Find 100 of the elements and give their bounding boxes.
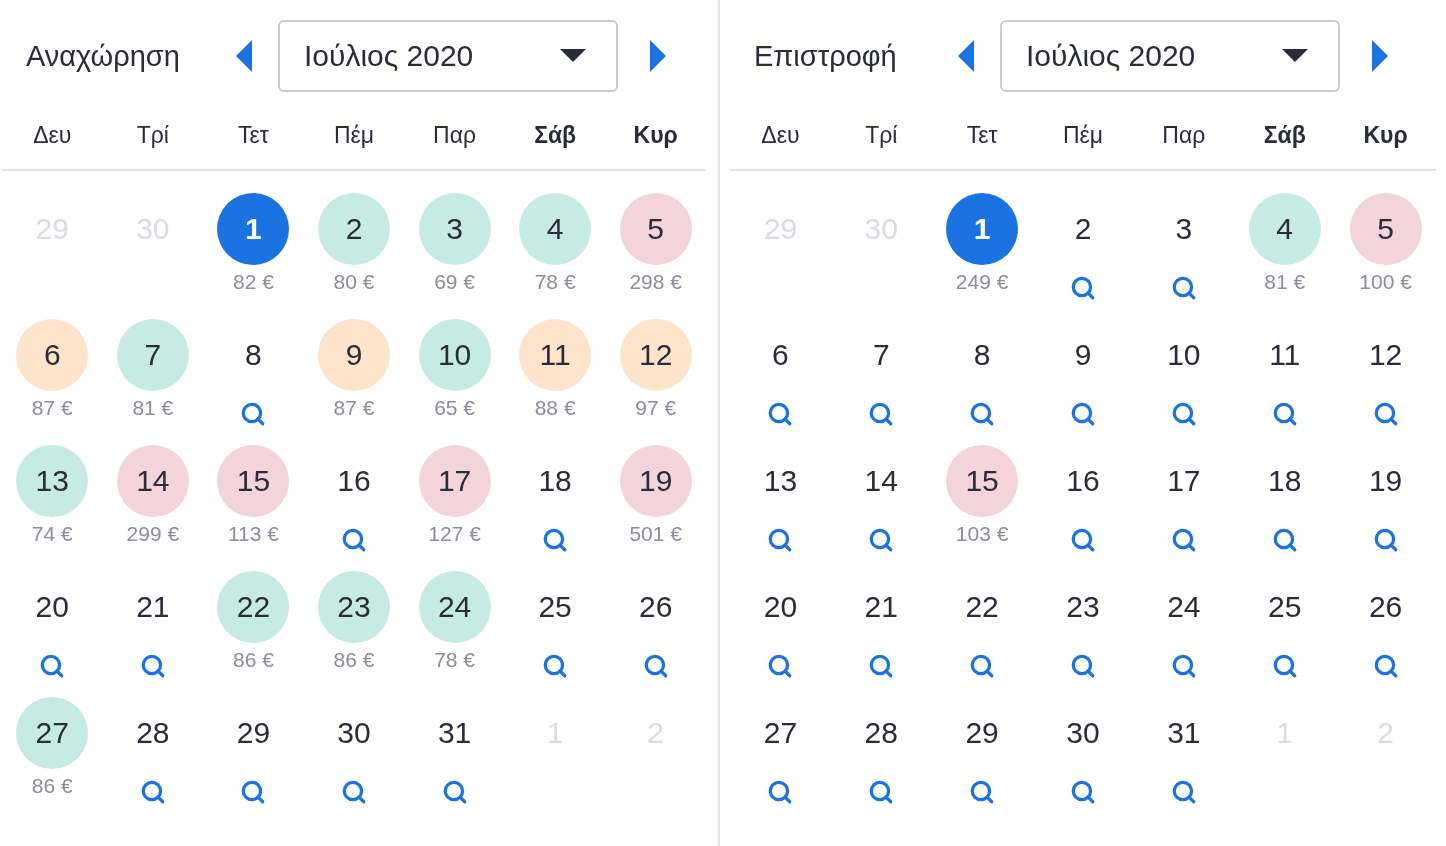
day-button[interactable]: 7	[116, 319, 189, 391]
day-button[interactable]: 14	[116, 445, 189, 517]
search-icon[interactable]	[1372, 527, 1399, 553]
day-button[interactable]: 29	[217, 697, 290, 769]
day-button[interactable]: 4	[1248, 193, 1321, 265]
search-icon[interactable]	[642, 653, 669, 679]
search-icon[interactable]	[139, 779, 166, 805]
day-button[interactable]: 6	[16, 319, 89, 391]
day-button[interactable]: 12	[619, 319, 692, 391]
search-icon[interactable]	[1070, 653, 1096, 679]
day-button[interactable]: 26	[619, 571, 692, 643]
search-icon[interactable]	[767, 653, 794, 679]
day-button[interactable]: 4	[519, 193, 592, 265]
day-button[interactable]: 24	[1147, 571, 1220, 643]
search-icon[interactable]	[868, 401, 895, 427]
search-icon[interactable]	[341, 779, 367, 805]
day-button[interactable]: 9	[1047, 319, 1119, 391]
day-button[interactable]: 2	[1047, 193, 1119, 265]
day-button[interactable]: 13	[744, 445, 817, 517]
search-icon[interactable]	[542, 653, 569, 679]
day-button[interactable]: 8	[217, 319, 290, 391]
day-button[interactable]: 2	[318, 193, 390, 265]
search-icon[interactable]	[767, 527, 794, 553]
search-icon[interactable]	[1271, 527, 1298, 553]
day-button[interactable]: 24	[418, 571, 491, 643]
day-button[interactable]: 11	[1248, 319, 1321, 391]
day-button[interactable]: 9	[318, 319, 390, 391]
month-select[interactable]: Ιούλιος 2020	[1000, 20, 1340, 92]
search-icon[interactable]	[1070, 527, 1096, 553]
day-button[interactable]: 3	[418, 193, 491, 265]
day-button[interactable]: 15	[217, 445, 290, 517]
next-month-button[interactable]	[648, 39, 668, 73]
search-icon[interactable]	[969, 401, 996, 427]
day-button[interactable]: 23	[1047, 571, 1119, 643]
search-icon[interactable]	[1170, 527, 1197, 553]
day-button[interactable]: 17	[1147, 445, 1220, 517]
day-button[interactable]: 18	[519, 445, 592, 517]
search-icon[interactable]	[969, 653, 996, 679]
day-button[interactable]: 26	[1349, 571, 1422, 643]
search-icon[interactable]	[341, 527, 367, 553]
search-icon[interactable]	[1070, 779, 1096, 805]
day-button[interactable]: 22	[217, 571, 290, 643]
day-button[interactable]: 10	[418, 319, 491, 391]
day-button[interactable]: 10	[1147, 319, 1220, 391]
day-button[interactable]: 27	[744, 697, 817, 769]
day-button[interactable]: 11	[519, 319, 592, 391]
day-button[interactable]: 27	[16, 697, 89, 769]
day-button[interactable]: 31	[1147, 697, 1220, 769]
search-icon[interactable]	[240, 779, 267, 805]
search-icon[interactable]	[868, 653, 895, 679]
search-icon[interactable]	[441, 779, 468, 805]
day-button[interactable]: 30	[1047, 697, 1119, 769]
day-button[interactable]: 8	[946, 319, 1019, 391]
day-button[interactable]: 12	[1349, 319, 1422, 391]
day-button[interactable]: 25	[519, 571, 592, 643]
search-icon[interactable]	[542, 527, 569, 553]
month-select[interactable]: Ιούλιος 2020	[278, 20, 618, 92]
day-button[interactable]: 31	[418, 697, 491, 769]
day-button[interactable]: 28	[116, 697, 189, 769]
search-icon[interactable]	[1271, 401, 1298, 427]
search-icon[interactable]	[139, 653, 166, 679]
search-icon[interactable]	[1170, 401, 1197, 427]
day-button[interactable]: 19	[1349, 445, 1422, 517]
day-button[interactable]: 5	[1349, 193, 1422, 265]
day-button[interactable]: 21	[116, 571, 189, 643]
day-button[interactable]: 7	[845, 319, 918, 391]
day-button[interactable]: 15	[946, 445, 1019, 517]
previous-month-button[interactable]	[234, 39, 254, 73]
day-button[interactable]: 22	[946, 571, 1019, 643]
day-button[interactable]: 29	[946, 697, 1019, 769]
search-icon[interactable]	[1170, 653, 1197, 679]
day-button[interactable]: 25	[1248, 571, 1321, 643]
search-icon[interactable]	[1271, 653, 1298, 679]
day-button[interactable]: 14	[845, 445, 918, 517]
next-month-button[interactable]	[1370, 39, 1390, 73]
day-button[interactable]: 16	[318, 445, 390, 517]
search-icon[interactable]	[868, 527, 895, 553]
search-icon[interactable]	[767, 779, 794, 805]
day-button[interactable]: 21	[845, 571, 918, 643]
day-button[interactable]: 17	[418, 445, 491, 517]
day-button[interactable]: 13	[16, 445, 89, 517]
search-icon[interactable]	[767, 401, 794, 427]
search-icon[interactable]	[1070, 275, 1096, 301]
search-icon[interactable]	[1372, 653, 1399, 679]
search-icon[interactable]	[240, 401, 267, 427]
day-button[interactable]: 30	[318, 697, 390, 769]
search-icon[interactable]	[1372, 401, 1399, 427]
search-icon[interactable]	[1170, 275, 1197, 301]
day-button[interactable]: 18	[1248, 445, 1321, 517]
day-button[interactable]: 1	[946, 193, 1019, 265]
day-button[interactable]: 23	[318, 571, 390, 643]
search-icon[interactable]	[1070, 401, 1096, 427]
day-button[interactable]: 3	[1147, 193, 1220, 265]
day-button[interactable]: 20	[744, 571, 817, 643]
search-icon[interactable]	[39, 653, 66, 679]
search-icon[interactable]	[1170, 779, 1197, 805]
day-button[interactable]: 5	[619, 193, 692, 265]
day-button[interactable]: 19	[619, 445, 692, 517]
day-button[interactable]: 6	[744, 319, 817, 391]
day-button[interactable]: 20	[16, 571, 89, 643]
